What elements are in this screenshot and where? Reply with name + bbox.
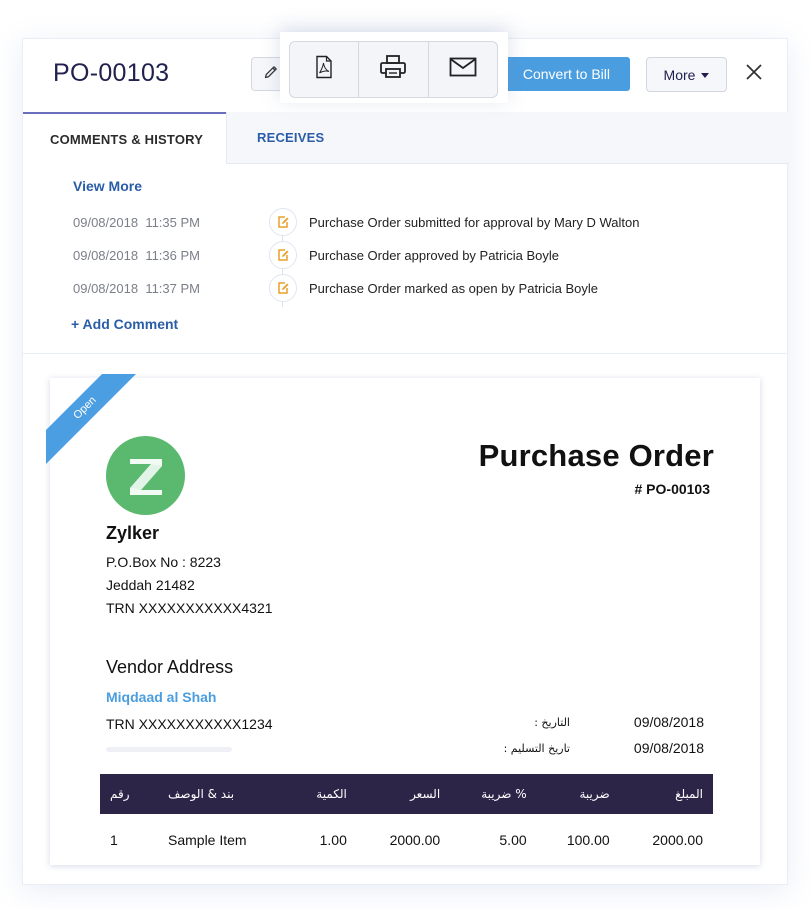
vendor-address-heading: Vendor Address [106, 657, 234, 677]
purchase-order-panel: PO-00103 Convert to Bill More COMMENTS &… [22, 38, 789, 885]
email-icon [449, 57, 477, 82]
convert-to-bill-button[interactable]: Convert to Bill [493, 57, 630, 91]
print-button[interactable] [359, 42, 429, 97]
cell-tax: 100.00 [566, 832, 610, 848]
close-button[interactable] [743, 63, 765, 85]
column-header: المبلغ [675, 787, 703, 801]
history-timestamp: 09/08/2018 11:35 PM [73, 215, 200, 230]
cell-rate: 2000.00 [389, 832, 441, 848]
export-toolbar [280, 32, 508, 103]
order-date-row: التاريخ : 09/08/2018 [470, 714, 710, 734]
document-number: # PO-00103 [634, 481, 711, 497]
column-header: رقم [110, 787, 130, 801]
cell-item: Sample Item [168, 832, 247, 848]
delivery-date-value: 09/08/2018 [633, 740, 704, 756]
column-header: الكمية [316, 787, 347, 801]
tab-label: COMMENTS & HISTORY [50, 131, 204, 147]
company-address-line: P.O.Box No : 8223 [106, 554, 221, 570]
pencil-icon [263, 64, 279, 85]
more-label: More [663, 66, 696, 83]
order-date-label: التاريخ : [534, 716, 570, 729]
line-items-table: رقم بند & الوصف الكمية السعر ضريبة % ضري… [100, 774, 713, 866]
history-entry: 09/08/2018 11:37 PM Purchase Order marke… [23, 273, 787, 303]
tab-bar: COMMENTS & HISTORY RECEIVES [23, 112, 789, 164]
cell-quantity: 1.00 [319, 832, 347, 848]
add-comment-link[interactable]: + Add Comment [71, 316, 178, 332]
cell-tax-percent: 5.00 [499, 832, 527, 848]
document-edit-icon [269, 208, 297, 236]
column-header: السعر [410, 787, 441, 801]
history-message: Purchase Order approved by Patricia Boyl… [309, 248, 560, 263]
placeholder-bar [106, 747, 232, 752]
company-trn: TRN XXXXXXXXXXX4321 [106, 600, 273, 616]
history-timestamp: 09/08/2018 11:36 PM [73, 248, 200, 263]
history-entry: 09/08/2018 11:36 PM Purchase Order appro… [23, 240, 787, 270]
export-button-group [289, 41, 498, 98]
pdf-icon [314, 55, 334, 84]
column-header: بند & الوصف [168, 787, 235, 801]
company-name: Zylker [106, 523, 160, 543]
document-edit-icon [269, 241, 297, 269]
cell-number: 1 [110, 832, 118, 848]
table-row: 1 Sample Item 1.00 2000.00 5.00 100.00 2… [100, 814, 713, 866]
column-header: ضريبة [579, 787, 610, 801]
history-entry: 09/08/2018 11:35 PM Purchase Order submi… [23, 207, 787, 237]
tab-receives[interactable]: RECEIVES [226, 112, 789, 164]
column-header: ضريبة % [481, 787, 527, 801]
document-title: Purchase Order [478, 438, 714, 473]
pdf-button[interactable] [290, 42, 360, 97]
caret-down-icon [701, 73, 710, 78]
purchase-order-document: Open Purchase Order # PO-00103 Zylker P.… [46, 374, 760, 866]
delivery-date-row: تاريخ التسليم : 09/08/2018 [470, 740, 710, 760]
email-button[interactable] [429, 42, 497, 97]
tab-comments-history[interactable]: COMMENTS & HISTORY [23, 112, 226, 164]
print-icon [379, 54, 407, 85]
document-edit-icon [269, 274, 297, 302]
company-logo [106, 436, 185, 515]
vendor-trn: TRN XXXXXXXXXXX1234 [106, 716, 273, 732]
view-more-link[interactable]: View More [73, 178, 142, 194]
table-header-row: رقم بند & الوصف الكمية السعر ضريبة % ضري… [100, 774, 713, 814]
section-divider [23, 353, 787, 354]
history-message: Purchase Order submitted for approval by… [309, 215, 640, 230]
order-date-value: 09/08/2018 [633, 714, 704, 730]
history-timestamp: 09/08/2018 11:37 PM [73, 281, 200, 296]
history-message: Purchase Order marked as open by Patrici… [309, 281, 599, 296]
vendor-name-link[interactable]: Miqdaad al Shah [106, 689, 216, 705]
more-button[interactable]: More [646, 57, 727, 92]
delivery-date-label: تاريخ التسليم : [503, 742, 570, 755]
company-address-line: Jeddah 21482 [106, 577, 195, 593]
page-title: PO-00103 [53, 59, 170, 87]
tab-label: RECEIVES [257, 130, 325, 145]
close-icon [745, 63, 763, 86]
cell-amount: 2000.00 [652, 832, 703, 848]
